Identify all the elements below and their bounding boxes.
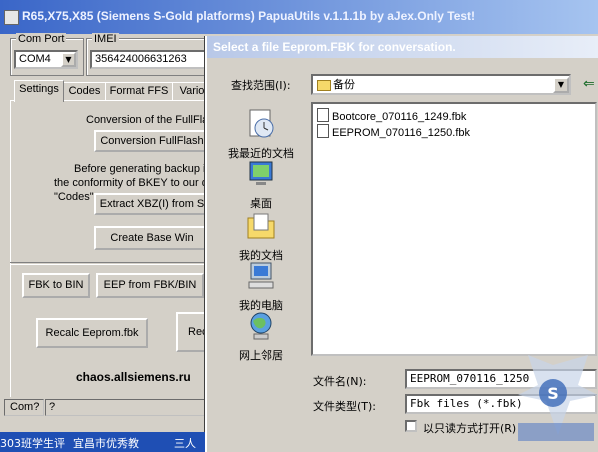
taskbar-item[interactable]: 三人 [174,435,196,451]
extract-xbz-button[interactable]: Extract XBZ(I) from S [94,193,210,215]
status-value: ? [49,401,56,413]
look-in-value: 备份 [333,78,355,91]
file-list[interactable]: Bootcore_070116_1249.fbk EEPROM_070116_1… [311,102,597,356]
my-computer-icon [248,262,274,289]
readonly-checkbox[interactable] [405,420,417,432]
divider [10,262,210,265]
status-value-panel: ? [45,399,205,416]
com-port-value: COM4 [19,53,51,65]
taskbar-item[interactable]: 303班学生评 [0,435,65,451]
filename-label: 文件名(N): [313,375,367,388]
file-icon [317,124,329,138]
svg-text:S: S [547,384,559,403]
site-link[interactable]: chaos.allsiemens.ru [76,370,191,384]
eep-from-fbk-button[interactable]: EEP from FBK/BIN [96,273,204,298]
place-my-computer[interactable]: 我的电脑 [219,260,303,313]
backup-text-2: the conformity of BKEY to our d [54,177,208,189]
taskbar: 303班学生评 宜昌市优秀教 三人 [0,432,205,452]
main-title-bar[interactable]: R65,X75,X85 (Siemens S-Gold platforms) P… [0,0,598,34]
conversion-text: Conversion of the FullFla [86,114,209,126]
rec-button[interactable]: Rec [176,312,208,352]
folder-icon [317,80,331,91]
fbk-to-bin-button[interactable]: FBK to BIN [22,273,90,298]
dialog-title: Select a file Eeprom.FBK for conversatio… [213,40,456,54]
look-in-label: 查找范围(I): [231,79,291,92]
file-name: EEPROM_070116_1250.fbk [332,127,470,139]
backup-text-1: Before generating backup i [74,163,206,175]
app-icon [4,10,19,25]
create-base-button[interactable]: Create Base Win [94,226,210,250]
file-item[interactable]: Bootcore_070116_1249.fbk [317,108,466,124]
place-desktop-label: 桌面 [250,197,272,210]
my-documents-icon [247,213,275,239]
chevron-down-icon[interactable]: ▼ [553,77,569,93]
readonly-label: 以只读方式打开(R) [423,422,517,435]
watermark-logo: S [518,355,598,441]
tab-settings[interactable]: Settings [14,80,64,102]
status-com-panel: Com? [4,399,44,416]
file-item[interactable]: EEPROM_070116_1250.fbk [317,124,470,140]
conversion-fullflash-button[interactable]: Conversion FullFlash [94,130,210,152]
file-icon [317,108,329,122]
filetype-label: 文件类型(T): [313,400,377,413]
backup-text-3: "Codes" [54,191,94,203]
com-port-label: Com Port [16,33,67,45]
taskbar-item[interactable]: 宜昌市优秀教 [73,435,139,451]
tab-codes[interactable]: Codes [63,82,106,101]
look-in-select[interactable]: 备份 [311,74,571,95]
main-window-title: R65,X75,X85 (Siemens S-Gold platforms) P… [22,9,476,23]
imei-field[interactable]: 356424006631263 [90,50,206,69]
dialog-title-bar[interactable]: Select a file Eeprom.FBK for conversatio… [207,36,598,58]
status-com-label: Com? [10,401,40,413]
place-network[interactable]: 网上邻居 [219,310,303,363]
chevron-down-icon[interactable]: ▼ [61,52,76,67]
network-places-icon [250,312,272,340]
place-my-documents[interactable]: 我的文档 [219,210,303,263]
place-network-label: 网上邻居 [239,349,283,362]
desktop-icon [249,161,273,185]
recent-documents-icon [249,109,274,138]
back-arrow-icon[interactable]: ⇐ [583,76,595,92]
place-recent[interactable]: 我最近的文档 [219,108,303,161]
tab-format-ffs[interactable]: Format FFS [105,82,173,101]
file-name: Bootcore_070116_1249.fbk [332,111,467,123]
imei-label: IMEI [92,33,119,45]
recalc-eeprom-button[interactable]: Recalc Eeprom.fbk [36,318,148,348]
place-desktop[interactable]: 桌面 [219,158,303,211]
